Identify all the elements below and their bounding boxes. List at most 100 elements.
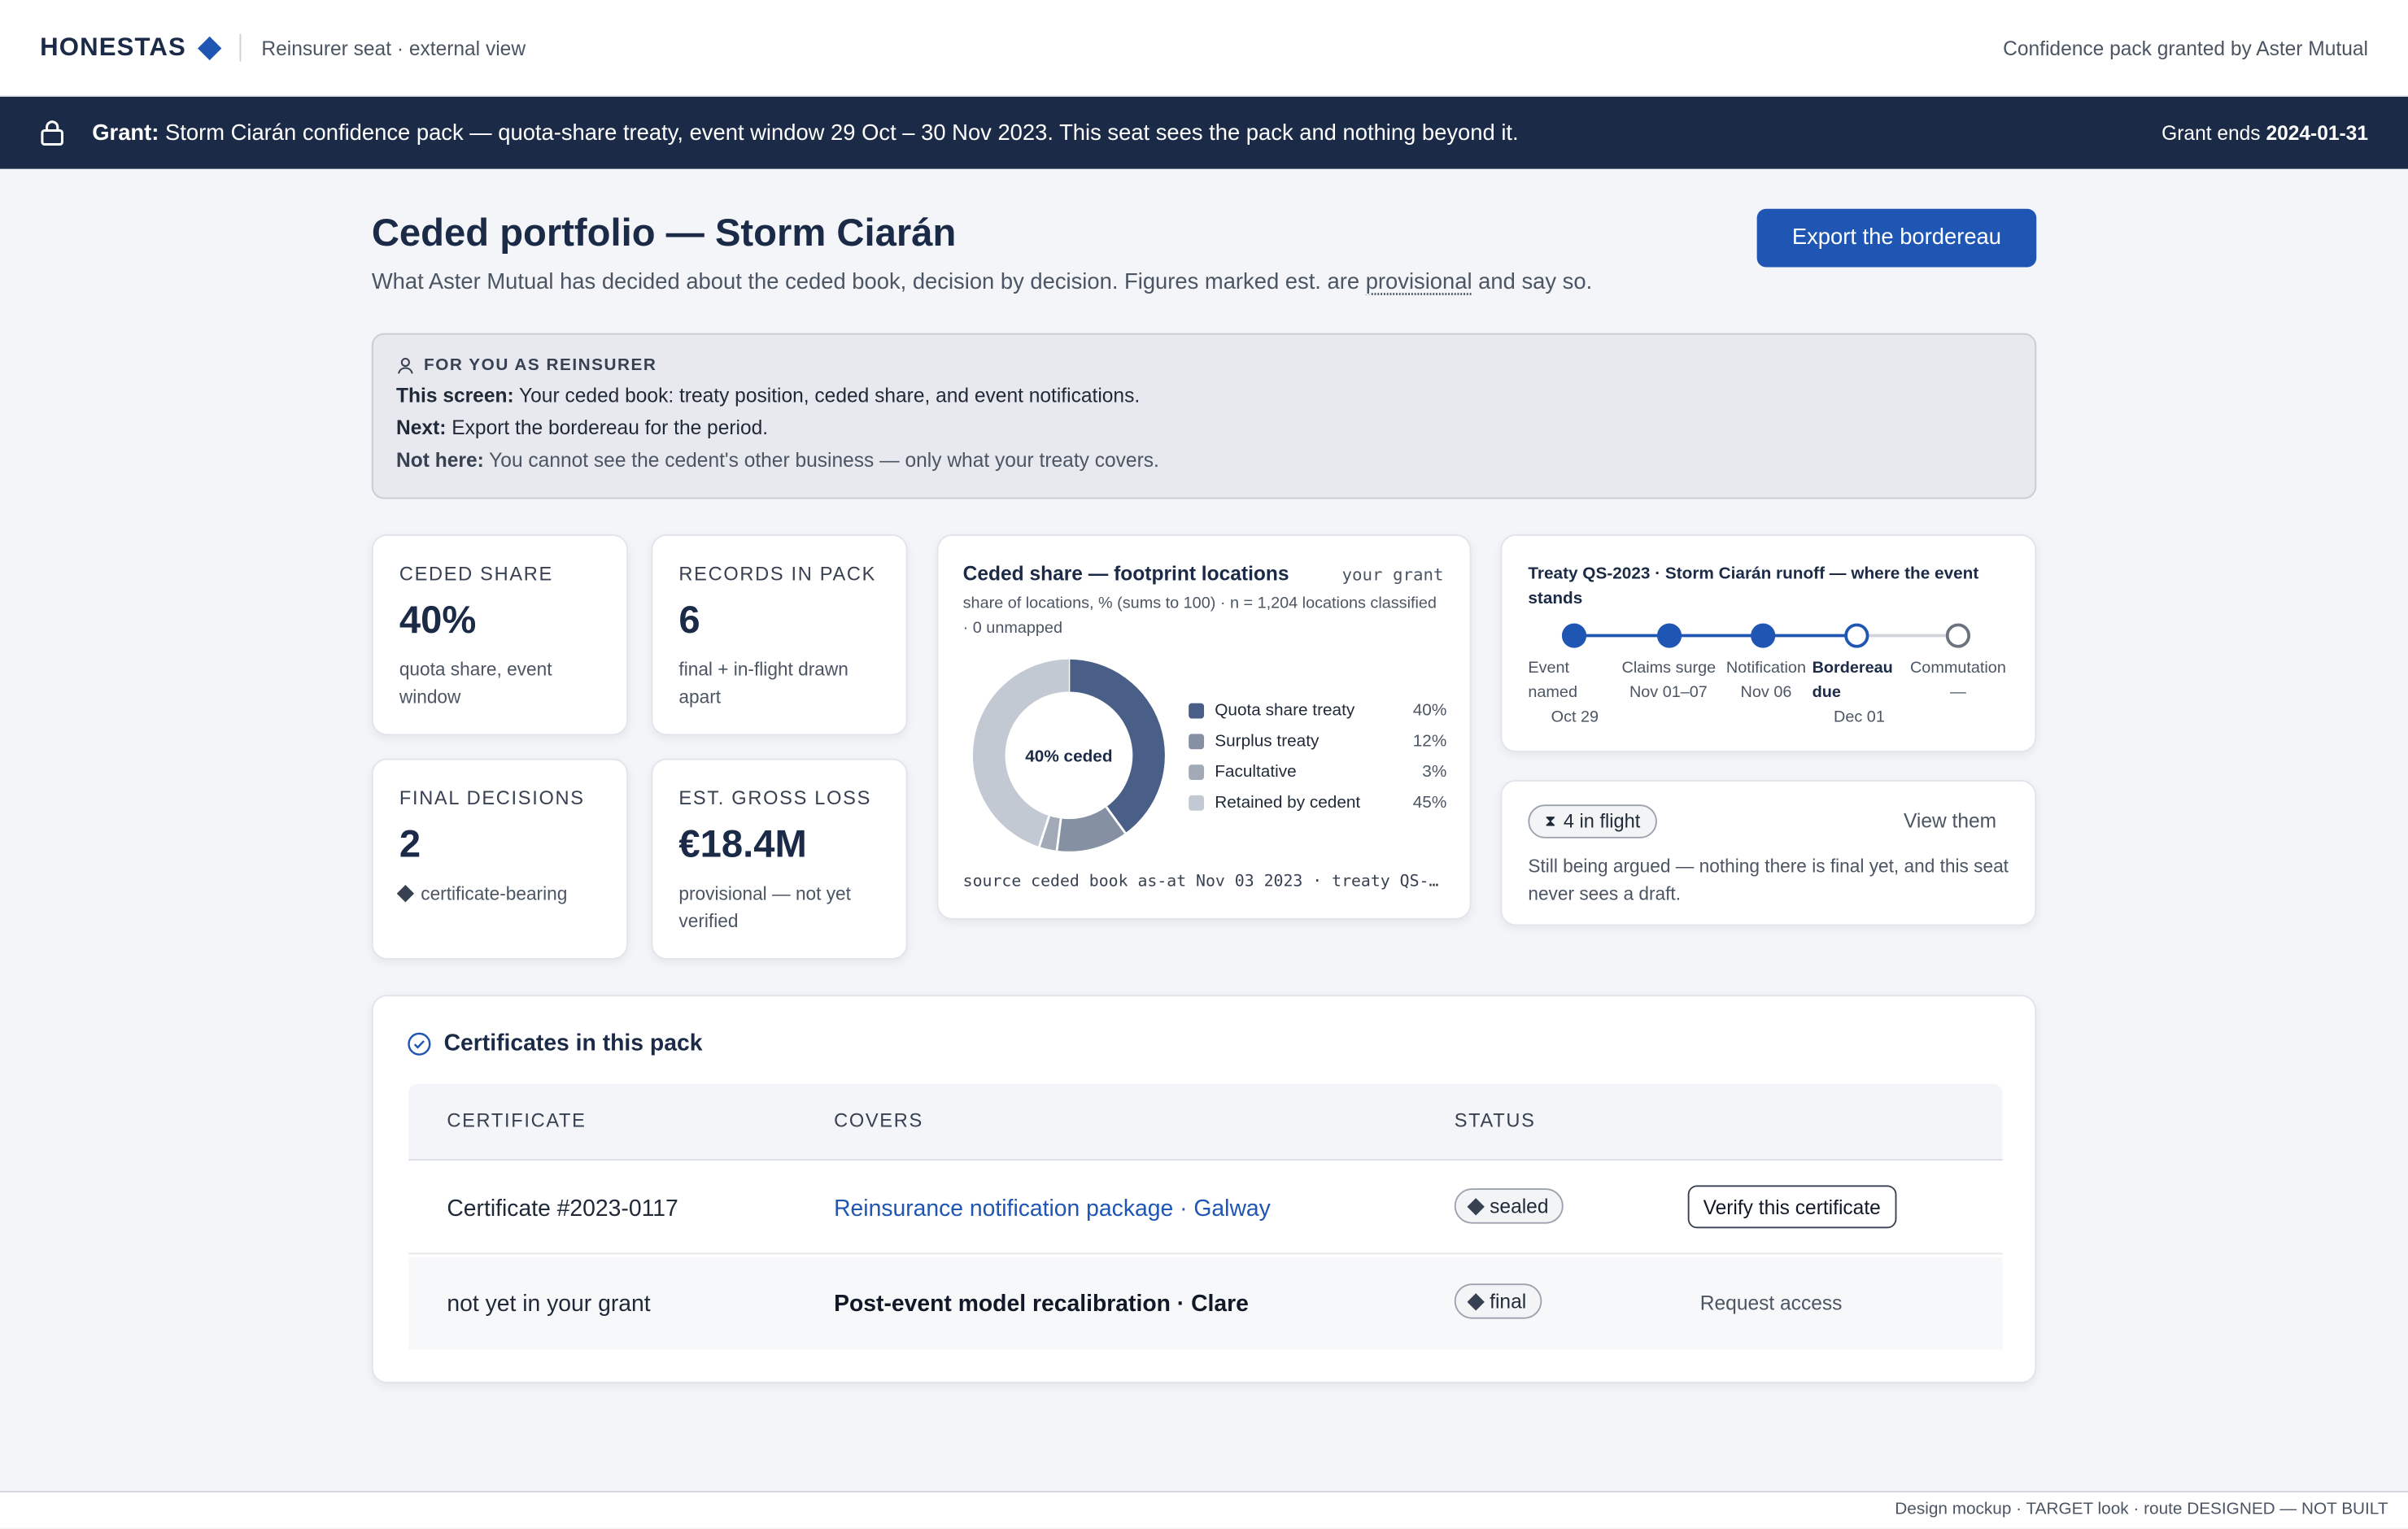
view-them-link[interactable]: View them: [1904, 809, 1996, 832]
request-access-link[interactable]: Request access: [1700, 1292, 1843, 1314]
user-icon: [398, 357, 413, 374]
step-date: Oct 29: [1551, 708, 1599, 726]
notice-nothere-label: Not here:: [396, 448, 484, 472]
stat-card-ceded-share: CEDED SHARE 40% quota share, event windo…: [371, 534, 629, 736]
timeline-node-done: [1656, 623, 1682, 648]
legend-value: 45%: [1412, 793, 1447, 812]
step-date: Nov 01–07: [1629, 683, 1708, 702]
notice-nothere-text: You cannot see the cedent's other busine…: [489, 448, 1159, 472]
timeline-track: [1561, 623, 1971, 648]
legend-item: Retained by cedent 45%: [1189, 787, 1446, 818]
diamond-icon: [198, 35, 222, 60]
donut-slice-facultative: [1039, 816, 1062, 851]
status-text: final: [1490, 1289, 1527, 1313]
notice-screen-text: Your ceded book: treaty position, ceded …: [519, 383, 1141, 407]
treaty-timeline-card: Treaty QS-2023 · Storm Ciarán runoff — w…: [1500, 534, 2037, 753]
column-header-covers: COVERS: [834, 1109, 923, 1132]
status-text: sealed: [1490, 1194, 1549, 1218]
footer-text: Design mockup · TARGET look · route DESI…: [1895, 1500, 2388, 1519]
in-flight-card: ⧗ 4 in flight View them Still being argu…: [1500, 780, 2037, 926]
grant-ends: Grant ends 2024-01-31: [2162, 121, 2368, 144]
chart-title: Ceded share — footprint locations: [962, 561, 1289, 586]
chart-legend: Quota share treaty 40% Surplus treaty 12% Fa…: [1189, 695, 1446, 818]
notice-kicker: FOR YOU AS REINSURER: [396, 356, 2012, 375]
stat-card-final-decisions: FINAL DECISIONS 2 certificate-bearing: [371, 758, 629, 960]
page-subtitle: What Aster Mutual has decided about the …: [372, 270, 1592, 294]
certificates-title: Certificates in this pack: [407, 1030, 702, 1056]
top-bar: HONESTAS Reinsurer seat · external view …: [0, 0, 2408, 97]
grant-banner: Grant: Storm Ciarán confidence pack — qu…: [0, 96, 2408, 169]
stat-label: CEDED SHARE: [399, 563, 553, 586]
timeline-step: Notification Nov 06: [1718, 656, 1813, 704]
provisional-term[interactable]: provisional: [1366, 270, 1472, 294]
legend-swatch: [1189, 703, 1205, 719]
status-badge: sealed: [1454, 1188, 1564, 1224]
notice-kicker-text: FOR YOU AS REINSURER: [424, 355, 657, 375]
divider: [239, 33, 242, 62]
brand-name: HONESTAS: [40, 33, 186, 61]
column-header-status: STATUS: [1454, 1109, 1536, 1132]
column-header-certificate: CERTIFICATE: [447, 1109, 587, 1132]
stat-note: certificate-bearing: [396, 880, 600, 908]
certificates-card: Certificates in this pack CERTIFICATE CO…: [371, 995, 2037, 1383]
verify-certificate-button[interactable]: Verify this certificate: [1687, 1185, 1896, 1229]
legend-swatch: [1189, 764, 1205, 781]
check-circle-icon: [408, 1031, 431, 1055]
stat-note: final + in-flight drawn apart: [678, 658, 848, 708]
notice-next-label: Next:: [396, 416, 447, 439]
in-flight-count: 4 in flight: [1563, 810, 1641, 833]
legend-label: Retained by cedent: [1215, 793, 1361, 812]
stat-label: RECORDS IN PACK: [678, 563, 877, 586]
legend-value: 40%: [1412, 701, 1447, 721]
stat-label: FINAL DECISIONS: [399, 787, 585, 809]
diamond-icon: [1467, 1197, 1485, 1215]
notice-next: Next: Export the bordereau for the perio…: [396, 417, 2012, 438]
certificate-id: not yet in your grant: [447, 1291, 651, 1318]
grant-text: Grant: Storm Ciarán confidence pack — qu…: [92, 120, 1518, 145]
legend-swatch: [1189, 734, 1205, 750]
legend-item: Facultative 3%: [1189, 757, 1446, 788]
donut-center-label: 40% ceded: [1025, 747, 1112, 765]
export-bordereau-button[interactable]: Export the bordereau: [1756, 208, 2037, 268]
timeline-step: Commutation —: [1903, 656, 2013, 704]
step-date: Nov 06: [1740, 683, 1792, 702]
table-row: not yet in your grant Post-event model r…: [408, 1257, 2003, 1350]
stat-value: 40%: [399, 599, 477, 643]
in-flight-note: Still being argued — nothing there is fi…: [1528, 855, 2009, 904]
brand-logo[interactable]: HONESTAS: [40, 33, 222, 63]
table-row: Certificate #2023-0117 Reinsurance notif…: [408, 1162, 2003, 1255]
notice-next-text: Export the bordereau for the period.: [452, 416, 769, 439]
stat-note: quota share, event window: [399, 658, 552, 708]
step-name: Commutation: [1909, 658, 2006, 677]
legend-label: Quota share treaty: [1215, 701, 1355, 721]
notice-not-here: Not here: You cannot see the cedent's ot…: [396, 448, 2012, 472]
covers-text: Post-event model recalibration · Clare: [834, 1291, 1249, 1318]
status-badge: final: [1454, 1283, 1542, 1319]
stat-note-text: certificate-bearing: [421, 882, 568, 904]
grant-ends-date: 2024-01-31: [2266, 121, 2368, 145]
notice-screen-label: This screen:: [396, 383, 514, 407]
step-date: Dec 01: [1834, 708, 1885, 726]
timeline-node-done: [1751, 623, 1776, 648]
page-title: Ceded portfolio — Storm Ciarán: [371, 211, 957, 255]
stat-value: 6: [678, 599, 700, 643]
covers-link[interactable]: Reinsurance notification package · Galwa…: [834, 1196, 1271, 1222]
timeline-node-done: [1561, 623, 1587, 648]
hourglass-icon: ⧗: [1545, 812, 1556, 830]
timeline-step: Claims surge Nov 01–07: [1622, 656, 1724, 704]
legend-label: Facultative: [1215, 763, 1297, 782]
timeline-node-future: [1945, 623, 1971, 648]
step-name: Event named: [1528, 658, 1577, 702]
grant-ends-label: Grant ends: [2162, 121, 2261, 145]
timeline-node-current: [1844, 623, 1869, 648]
legend-value: 3%: [1422, 763, 1447, 782]
stat-note: provisional — not yet verified: [678, 882, 851, 932]
step-name: Bordereau due: [1812, 658, 1893, 702]
notice-this-screen: This screen: Your ceded book: treaty pos…: [396, 383, 2012, 407]
certificate-id: Certificate #2023-0117: [447, 1196, 678, 1222]
timeline-step: Event named Oct 29: [1528, 656, 1620, 730]
timeline-step-current: Bordereau due Dec 01: [1813, 656, 1904, 730]
legend-value: 12%: [1412, 732, 1447, 751]
certificates-title-text: Certificates in this pack: [443, 1030, 703, 1056]
diamond-icon: [1467, 1292, 1485, 1310]
